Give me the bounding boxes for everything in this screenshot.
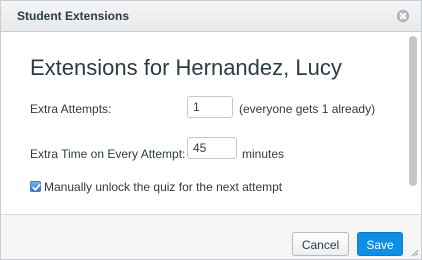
save-button[interactable]: Save (357, 232, 403, 256)
scrollbar-thumb[interactable] (409, 36, 417, 186)
dialog-titlebar: Student Extensions (1, 1, 421, 32)
extra-time-input[interactable] (187, 137, 237, 159)
student-extensions-dialog: Student Extensions Extensions for Hernan… (0, 0, 422, 260)
content-scrollbar[interactable] (409, 34, 417, 212)
manual-unlock-checkbox[interactable] (30, 181, 41, 192)
manual-unlock-label[interactable]: Manually unlock the quiz for the next at… (44, 180, 282, 194)
extra-time-unit: minutes (242, 147, 285, 161)
extra-attempts-note: (everyone gets 1 already) (239, 102, 376, 116)
dialog-footer: Cancel Save (1, 214, 421, 259)
dialog-content: Extensions for Hernandez, Lucy Extra Att… (1, 32, 421, 214)
resize-grip-icon[interactable] (410, 248, 419, 257)
dialog-title: Student Extensions (17, 9, 130, 23)
checkmark-icon (32, 183, 41, 191)
close-icon[interactable] (397, 10, 409, 22)
extra-attempts-input[interactable] (187, 96, 233, 118)
cancel-button[interactable]: Cancel (292, 232, 349, 256)
extra-time-label: Extra Time on Every Attempt: (30, 147, 186, 161)
page-title: Extensions for Hernandez, Lucy (30, 55, 342, 80)
extra-attempts-label: Extra Attempts: (30, 102, 112, 116)
